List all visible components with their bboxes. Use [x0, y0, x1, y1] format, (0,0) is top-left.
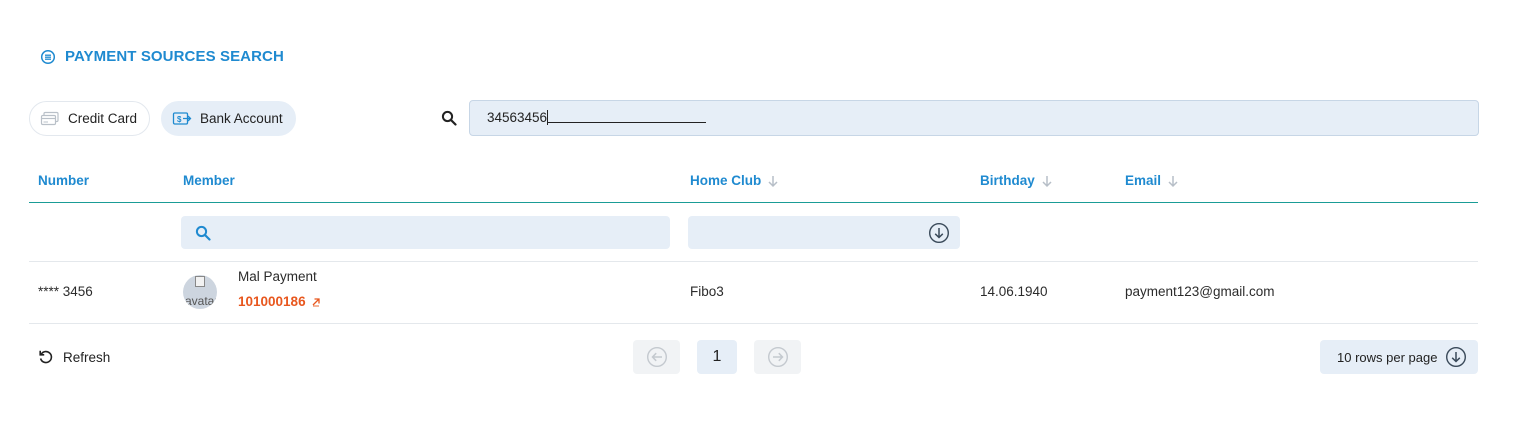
next-page-button[interactable]	[754, 340, 801, 374]
rows-per-page-label: 10 rows per page	[1337, 349, 1438, 365]
credit-card-button[interactable]: Credit Card	[29, 101, 151, 136]
column-header-home-club[interactable]: Home Club	[690, 173, 779, 188]
chevron-down-circle-icon[interactable]	[928, 222, 950, 244]
search-icon	[195, 225, 211, 241]
cell-home-club: Fibo3	[690, 284, 724, 299]
previous-page-button[interactable]	[633, 340, 680, 374]
chevron-down-circle-icon	[1445, 346, 1467, 368]
bank-account-button[interactable]: $ Bank Account	[161, 101, 296, 136]
credit-card-label: Credit Card	[68, 111, 138, 126]
arrow-left-circle-icon	[646, 346, 668, 368]
svg-text:$: $	[177, 115, 182, 124]
bank-account-label: Bank Account	[200, 111, 283, 126]
list-circle-icon	[40, 49, 56, 65]
row-divider	[29, 261, 1478, 262]
cell-number: **** 3456	[38, 284, 93, 299]
member-id-text: 101000186	[238, 294, 306, 309]
column-header-label: Member	[183, 173, 235, 188]
source-type-toggle: Credit Card $ Bank Account	[29, 101, 296, 136]
avatar: avatar	[183, 275, 217, 309]
sort-arrow-down-icon[interactable]	[1167, 174, 1179, 188]
column-header-email[interactable]: Email	[1125, 173, 1179, 188]
bank-transfer-icon: $	[172, 111, 192, 127]
member-id-link[interactable]: 101000186	[238, 294, 321, 309]
page-title: PAYMENT SOURCES SEARCH	[40, 48, 284, 65]
credit-card-icon	[40, 111, 60, 127]
column-header-birthday[interactable]: Birthday	[980, 173, 1053, 188]
column-header-number: Number	[38, 173, 89, 188]
column-header-label: Home Club	[690, 173, 762, 188]
arrow-right-circle-icon	[767, 346, 789, 368]
search-input[interactable]: 34563456	[469, 100, 1479, 136]
broken-image-icon	[195, 276, 205, 287]
sort-arrow-down-icon[interactable]	[1041, 174, 1053, 188]
sort-arrow-down-icon[interactable]	[767, 174, 779, 188]
row-divider	[29, 323, 1478, 324]
column-header-label: Number	[38, 173, 90, 188]
search-icon	[441, 110, 457, 126]
column-header-member: Member	[183, 173, 235, 188]
member-filter-input[interactable]	[181, 216, 670, 249]
refresh-button[interactable]: Refresh	[38, 349, 110, 365]
cell-birthday: 14.06.1940	[980, 284, 1048, 299]
column-header-label: Birthday	[980, 173, 1035, 188]
avatar-alt-text: avatar	[185, 294, 217, 308]
page-title-text: PAYMENT SOURCES SEARCH	[65, 48, 284, 65]
input-underline	[548, 111, 707, 123]
header-divider	[29, 202, 1478, 203]
member-name: Mal Payment	[238, 269, 317, 284]
refresh-label: Refresh	[63, 349, 111, 365]
external-link-arrow-icon[interactable]	[311, 297, 321, 307]
home-club-filter-select[interactable]	[688, 216, 960, 249]
refresh-icon	[38, 349, 54, 365]
column-header-label: Email	[1125, 173, 1162, 188]
current-page-button[interactable]: 1	[697, 340, 737, 374]
cell-email: payment123@gmail.com	[1125, 284, 1275, 299]
search-input-value: 34563456	[487, 110, 548, 125]
rows-per-page-select[interactable]: 10 rows per page	[1320, 340, 1478, 374]
